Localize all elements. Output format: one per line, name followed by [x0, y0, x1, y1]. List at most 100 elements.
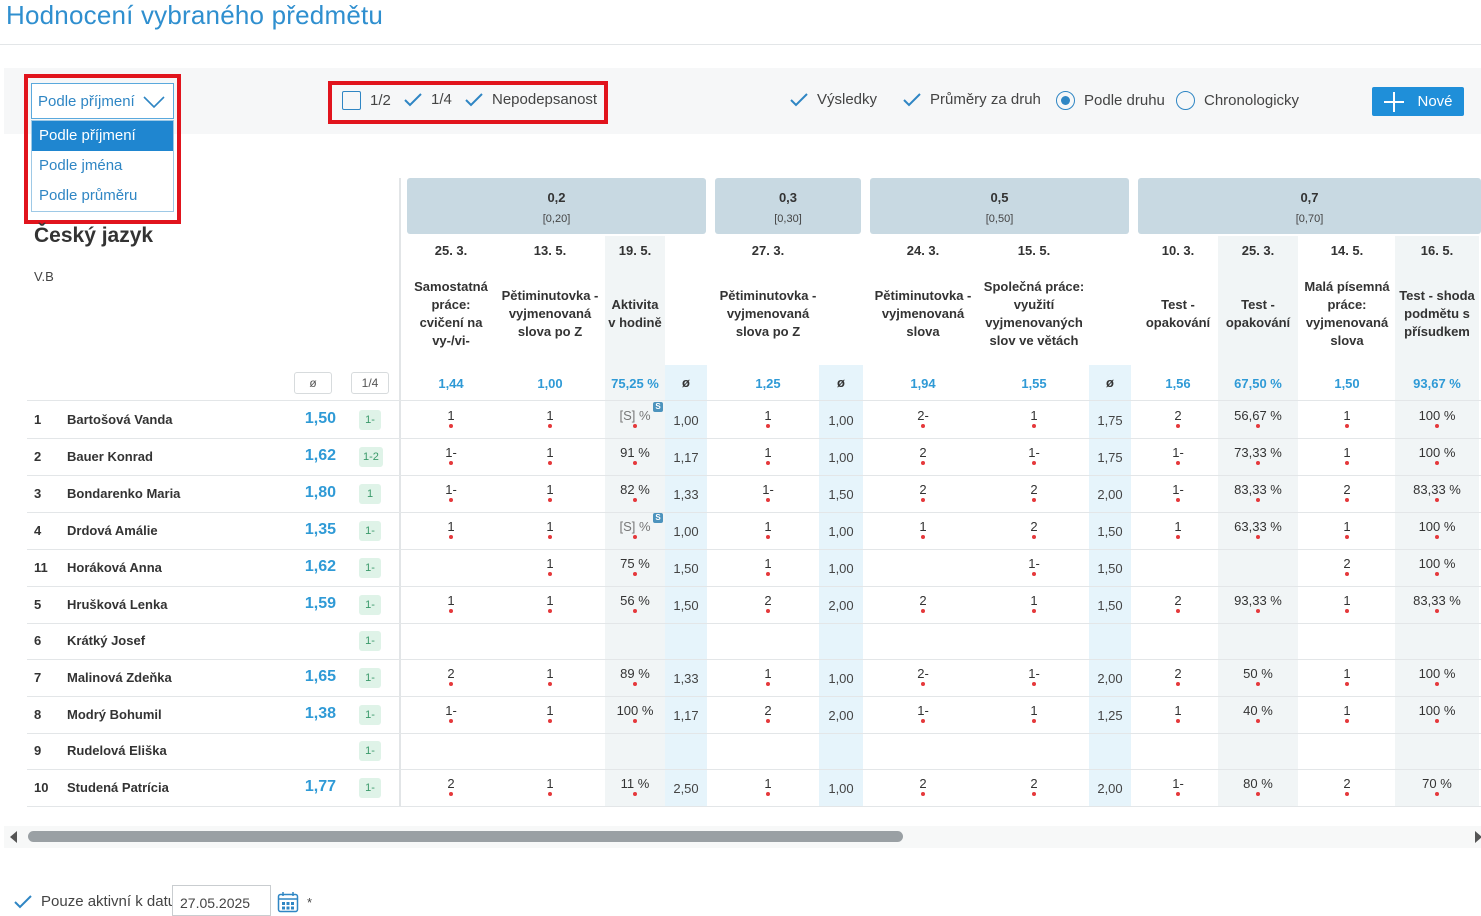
- student-name[interactable]: Horáková Anna: [67, 560, 162, 575]
- grade-column-date[interactable]: 24. 3.: [870, 243, 976, 258]
- sort-select[interactable]: Podle příjmení: [31, 83, 174, 119]
- quarter-grade-badge[interactable]: 1-: [359, 704, 381, 725]
- grade-cell[interactable]: 1: [520, 556, 580, 576]
- grade-column-name[interactable]: Malá písemná práce: vyjmenovaná slova: [1300, 264, 1394, 364]
- grade-cell[interactable]: 2: [1317, 776, 1377, 796]
- grade-column-name[interactable]: Pětiminutovka - vyjmenovaná slova po Z: [499, 264, 601, 364]
- grade-cell[interactable]: 11 %: [605, 776, 665, 796]
- grade-column-name[interactable]: Samostatná práce: cvičení na vy-/vi-: [409, 264, 494, 364]
- grade-column-date[interactable]: 25. 3.: [1218, 243, 1298, 258]
- grade-column-name[interactable]: Test - opakování: [1220, 264, 1296, 364]
- grade-cell[interactable]: 2: [421, 776, 481, 796]
- grade-cell[interactable]: 1: [1317, 445, 1377, 465]
- grade-cell[interactable]: 2: [1004, 519, 1064, 539]
- grade-column-name[interactable]: Pětiminutovka - vyjmenovaná slova: [872, 264, 974, 364]
- grade-cell[interactable]: 83,33 %: [1407, 593, 1467, 613]
- grade-cell[interactable]: 40 %: [1228, 703, 1288, 723]
- grade-column-date[interactable]: 19. 5.: [605, 243, 665, 258]
- sort-option-firstname[interactable]: Podle jména: [32, 151, 173, 181]
- grade-cell[interactable]: 100 %: [1407, 519, 1467, 539]
- student-name[interactable]: Modrý Bohumil: [67, 707, 162, 722]
- grade-cell[interactable]: 1-: [1004, 445, 1064, 465]
- quarter-grade-badge[interactable]: 1: [359, 483, 381, 504]
- grade-cell[interactable]: 100 %: [1407, 408, 1467, 428]
- grade-cell[interactable]: 2: [1148, 593, 1208, 613]
- grade-cell[interactable]: 93,33 %: [1228, 593, 1288, 613]
- horizontal-scrollbar-thumb[interactable]: [28, 831, 903, 842]
- grade-cell[interactable]: 50 %: [1228, 666, 1288, 686]
- grade-cell[interactable]: 83,33 %: [1407, 482, 1467, 502]
- grade-cell[interactable]: 80 %: [1228, 776, 1288, 796]
- grade-cell[interactable]: 1-: [1148, 445, 1208, 465]
- grade-cell[interactable]: 63,33 %: [1228, 519, 1288, 539]
- scroll-right-icon[interactable]: [1474, 831, 1481, 843]
- grade-cell[interactable]: 1: [1317, 703, 1377, 723]
- quarter-grade-badge[interactable]: 1-: [359, 667, 381, 688]
- grade-cell[interactable]: 73,33 %: [1228, 445, 1288, 465]
- weight-group-header[interactable]: 0,2 [0,20]: [407, 178, 706, 234]
- chronological-radio[interactable]: Chronologicky: [1176, 91, 1299, 110]
- quarter-grade-badge[interactable]: 1-: [359, 741, 381, 761]
- grade-column-date[interactable]: 25. 3.: [407, 243, 496, 258]
- student-name[interactable]: Drdová Amálie: [67, 523, 158, 538]
- grade-cell[interactable]: 1: [1004, 703, 1064, 723]
- weight-group-header[interactable]: 0,7 [0,70]: [1138, 178, 1481, 234]
- grade-cell[interactable]: 1-: [421, 445, 481, 465]
- grade-cell[interactable]: 1: [738, 666, 798, 686]
- grade-cell[interactable]: 100 %: [605, 703, 665, 723]
- grade-cell[interactable]: 1: [1148, 519, 1208, 539]
- grade-column-name[interactable]: Pětiminutovka - vyjmenovaná slova po Z: [718, 264, 818, 364]
- grade-cell[interactable]: 1: [520, 593, 580, 613]
- quarter-grade-badge[interactable]: 1-: [359, 557, 381, 578]
- grade-cell[interactable]: 1-: [1148, 776, 1208, 796]
- grade-cell[interactable]: 1-: [1004, 556, 1064, 576]
- weight-group-header[interactable]: 0,5 [0,50]: [870, 178, 1129, 234]
- grade-cell[interactable]: 100 %: [1407, 703, 1467, 723]
- grade-cell[interactable]: 1: [1317, 408, 1377, 428]
- grade-cell[interactable]: 1: [421, 593, 481, 613]
- student-name[interactable]: Bartošová Vanda: [67, 412, 173, 427]
- grade-cell[interactable]: 2: [1148, 666, 1208, 686]
- grade-cell[interactable]: 100 %: [1407, 445, 1467, 465]
- by-type-radio[interactable]: Podle druhu: [1056, 91, 1165, 110]
- grade-cell[interactable]: 100 %: [1407, 666, 1467, 686]
- grade-column-date[interactable]: 16. 5.: [1395, 243, 1479, 258]
- sort-option-surname[interactable]: Podle příjmení: [32, 121, 173, 151]
- avg-by-type-checkbox[interactable]: Průměry za druh: [903, 91, 1041, 108]
- grade-cell[interactable]: 1: [421, 408, 481, 428]
- weight-group-header[interactable]: 0,3 [0,30]: [715, 178, 861, 234]
- grade-cell[interactable]: 1-: [738, 482, 798, 502]
- grade-cell[interactable]: 1: [1148, 703, 1208, 723]
- grade-cell[interactable]: 56 %: [605, 593, 665, 613]
- quarter-grade-badge[interactable]: 1-: [359, 631, 381, 651]
- filter-quarter-checkbox[interactable]: 1/4: [404, 91, 452, 108]
- grade-cell[interactable]: 2: [738, 593, 798, 613]
- grade-cell[interactable]: 1: [738, 776, 798, 796]
- grade-cell[interactable]: 1: [520, 482, 580, 502]
- grade-cell[interactable]: 1: [1317, 593, 1377, 613]
- grade-cell[interactable]: 2: [1148, 408, 1208, 428]
- student-name[interactable]: Bauer Konrad: [67, 449, 153, 464]
- grade-cell[interactable]: 1: [520, 445, 580, 465]
- avg-column-header[interactable]: ø: [294, 372, 332, 394]
- grade-column-date[interactable]: 10. 3.: [1138, 243, 1218, 258]
- grade-cell[interactable]: 1: [520, 776, 580, 796]
- grade-cell[interactable]: 1: [738, 519, 798, 539]
- grade-cell[interactable]: 1: [738, 556, 798, 576]
- grade-cell[interactable]: 2: [421, 666, 481, 686]
- student-name[interactable]: Studená Patrícia: [67, 780, 169, 795]
- grade-cell[interactable]: 1: [520, 519, 580, 539]
- grade-cell[interactable]: 1: [1004, 593, 1064, 613]
- grade-column-name[interactable]: Test - shoda podmětu s přísudkem: [1397, 264, 1477, 364]
- grade-cell[interactable]: 100 %: [1407, 556, 1467, 576]
- quarter-grade-badge[interactable]: 1-: [359, 777, 381, 798]
- student-name[interactable]: Rudelová Eliška: [67, 743, 167, 758]
- grade-cell[interactable]: 1-: [421, 482, 481, 502]
- grade-cell[interactable]: 1: [738, 408, 798, 428]
- quarter-column-header[interactable]: 1/4: [351, 372, 389, 394]
- grade-cell[interactable]: 1: [1004, 408, 1064, 428]
- grade-cell[interactable]: 70 %: [1407, 776, 1467, 796]
- grade-cell[interactable]: 1: [893, 519, 953, 539]
- filter-half-checkbox[interactable]: 1/2: [342, 91, 391, 110]
- grade-cell[interactable]: 56,67 %: [1228, 408, 1288, 428]
